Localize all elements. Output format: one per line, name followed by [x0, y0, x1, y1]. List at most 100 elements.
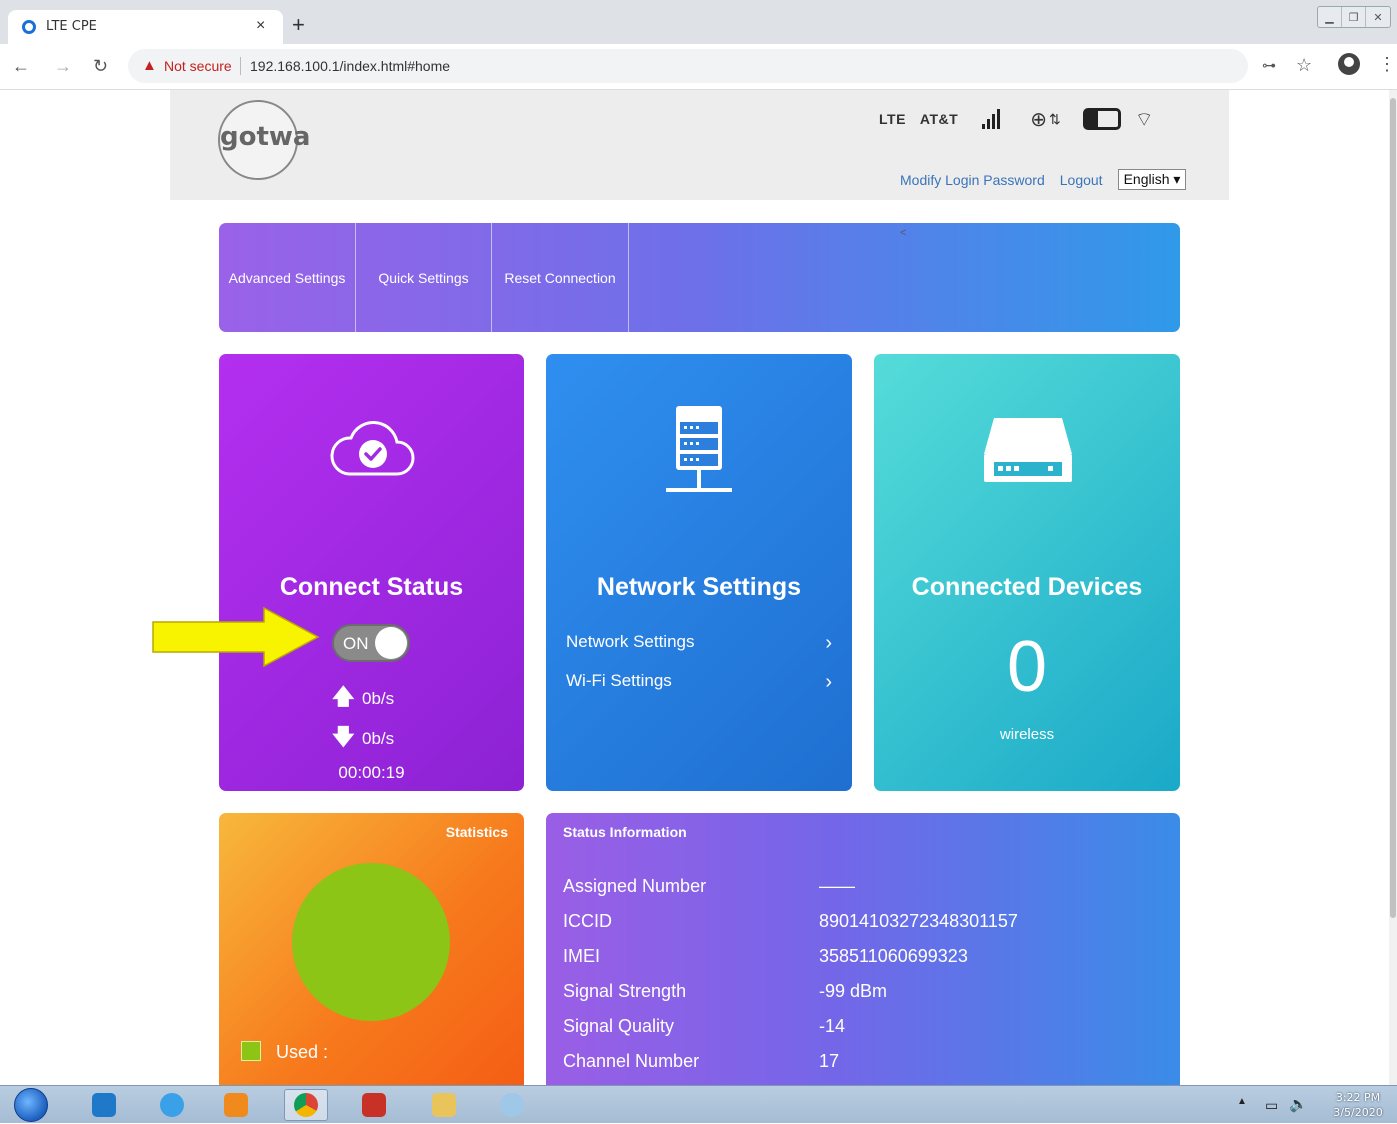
- chevron-right-icon: ›: [825, 671, 832, 693]
- browser-toolbar: ← → ↻ ▲ Not secure 192.168.100.1/index.h…: [0, 44, 1397, 90]
- language-select[interactable]: English ▾: [1117, 169, 1187, 190]
- nav-collapse-caret-icon[interactable]: <: [900, 227, 906, 239]
- connect-status-title: Connect Status: [279, 573, 464, 601]
- status-row: Assigned Number ——: [563, 876, 1163, 906]
- statistics-title: Statistics: [445, 824, 508, 840]
- top-nav: Advanced Settings Quick Settings Reset C…: [219, 223, 1180, 332]
- warning-icon: ▲: [142, 57, 157, 74]
- security-indicator[interactable]: Not secure: [164, 58, 232, 74]
- download-rate: 0b/s: [362, 729, 395, 748]
- statistics-card: Statistics Used :: [219, 813, 524, 1085]
- status-label: Signal Strength: [563, 981, 687, 1001]
- status-label: Signal Quality: [563, 1016, 675, 1036]
- server-icon: [666, 406, 732, 492]
- data-transfer-icon: ⇅: [1048, 110, 1061, 127]
- network-settings-link[interactable]: Network Settings ›: [566, 632, 832, 655]
- toggle-label: ON: [343, 634, 369, 653]
- taskbar-outlook-icon[interactable]: [82, 1089, 126, 1121]
- status-label: Channel Number: [563, 1051, 700, 1071]
- used-legend-label: Used :: [276, 1042, 329, 1062]
- status-value: 89014103272348301157: [819, 911, 1018, 931]
- tray-volume-icon[interactable]: 🔈: [1289, 1095, 1308, 1113]
- site-favicon-icon: [22, 20, 36, 34]
- logo-wordmark: gotwa: [220, 122, 311, 152]
- toggle-knob: [375, 627, 407, 659]
- reload-icon[interactable]: ↻: [93, 56, 108, 77]
- system-tray: ▲ ▭ 🔈 3:22 PM 3/5/2020: [1227, 1086, 1397, 1124]
- new-tab-button[interactable]: +: [292, 14, 305, 36]
- tab-title: LTE CPE: [46, 19, 97, 34]
- annotation-arrow-icon: [152, 607, 320, 667]
- cloud-check-icon: [330, 421, 415, 476]
- network-type-label: LTE: [879, 111, 906, 127]
- taskbar-file-explorer-icon[interactable]: [422, 1089, 466, 1121]
- logout-link[interactable]: Logout: [1060, 172, 1103, 188]
- nav-advanced-settings[interactable]: Advanced Settings: [219, 223, 356, 332]
- close-window-icon[interactable]: ✕: [1366, 7, 1390, 27]
- status-icon-bar: LTE AT&T ⊕ ⇅ ⌔: [879, 104, 1154, 134]
- nav-quick-settings[interactable]: Quick Settings: [356, 223, 492, 332]
- network-settings-link-label: Network Settings: [566, 632, 695, 651]
- chevron-right-icon: ›: [825, 632, 832, 654]
- header-links: Modify Login Password Logout English ▾: [900, 169, 1187, 190]
- battery-icon: [1082, 108, 1121, 130]
- minimize-icon[interactable]: ▁: [1318, 7, 1342, 27]
- device-type-label: wireless: [999, 726, 1055, 743]
- status-value: 358511060699323: [819, 946, 968, 966]
- tab-close-button[interactable]: ×: [256, 17, 265, 35]
- forward-icon[interactable]: →: [54, 56, 72, 77]
- nav-reset-connection[interactable]: Reset Connection: [492, 223, 629, 332]
- upload-rate: 0b/s: [362, 689, 395, 708]
- browser-tab[interactable]: LTE CPE ×: [8, 10, 283, 44]
- url-text[interactable]: 192.168.100.1/index.html#home: [250, 58, 450, 74]
- status-information-title: Status Information: [563, 824, 687, 840]
- device-count: 0: [1006, 627, 1048, 707]
- browser-tab-strip: LTE CPE × + ▁ ❐ ✕: [0, 0, 1397, 44]
- upload-rate-row: 🡅 0b/s: [332, 680, 394, 718]
- clock-time: 3:22 PM: [1335, 1091, 1381, 1104]
- scrollbar-thumb[interactable]: [1390, 98, 1396, 918]
- download-rate-row: 🡇 0b/s: [332, 720, 394, 758]
- network-settings-title: Network Settings: [596, 573, 802, 601]
- globe-icon: ⊕: [1030, 108, 1047, 131]
- page-viewport: gotwa LTE AT&T ⊕ ⇅ ⌔ Modify Login Passwo…: [0, 90, 1389, 1085]
- status-label: Assigned Number: [563, 876, 707, 896]
- status-label: IMEI: [563, 946, 601, 966]
- connected-devices-card[interactable]: Connected Devices 0 wireless: [874, 354, 1180, 791]
- modify-password-link[interactable]: Modify Login Password: [900, 172, 1045, 188]
- status-value: 17: [819, 1051, 840, 1071]
- wifi-settings-link[interactable]: Wi-Fi Settings ›: [566, 671, 832, 694]
- taskbar-tool-icon[interactable]: [352, 1089, 396, 1121]
- restore-icon[interactable]: ❐: [1342, 7, 1366, 27]
- start-button[interactable]: [14, 1088, 48, 1122]
- menu-kebab-icon[interactable]: ⋮: [1378, 54, 1396, 75]
- status-information-card: Status Information Assigned Number —— IC…: [546, 813, 1180, 1085]
- connection-toggle[interactable]: ON: [332, 624, 410, 662]
- taskbar-media-icon[interactable]: [214, 1089, 258, 1121]
- usage-pie-chart: [292, 863, 450, 1021]
- address-bar[interactable]: ▲ Not secure 192.168.100.1/index.html#ho…: [128, 49, 1248, 83]
- window-controls: ▁ ❐ ✕: [1317, 6, 1391, 28]
- clock-date: 3/5/2020: [1333, 1106, 1383, 1119]
- signal-bar: [997, 109, 1001, 129]
- signal-strength-icon: [982, 109, 1001, 129]
- status-row: Signal Strength -99 dBm: [563, 981, 1163, 1011]
- taskbar-internet-explorer-icon[interactable]: [150, 1089, 194, 1121]
- signal-bar: [982, 124, 986, 129]
- account-icon[interactable]: [1338, 53, 1360, 75]
- page-scrollbar[interactable]: [1389, 90, 1397, 1085]
- back-icon[interactable]: ←: [12, 56, 30, 77]
- taskbar-chrome-icon[interactable]: [284, 1089, 328, 1121]
- address-divider: [240, 57, 241, 75]
- router-icon: [984, 418, 1072, 482]
- tray-network-icon[interactable]: ▭: [1265, 1097, 1278, 1114]
- tray-expand-icon[interactable]: ▲: [1237, 1096, 1247, 1107]
- status-row: ICCID 89014103272348301157: [563, 911, 1163, 941]
- taskbar-paint-icon[interactable]: [490, 1089, 534, 1121]
- bookmark-star-icon[interactable]: ☆: [1296, 55, 1312, 76]
- key-icon[interactable]: ⊶: [1262, 57, 1276, 74]
- network-settings-card[interactable]: Network Settings Network Settings › Wi-F…: [546, 354, 852, 791]
- taskbar-clock[interactable]: 3:22 PM 3/5/2020: [1323, 1090, 1393, 1120]
- carrier-label: AT&T: [919, 111, 959, 127]
- gotwa-logo: gotwa: [218, 100, 311, 180]
